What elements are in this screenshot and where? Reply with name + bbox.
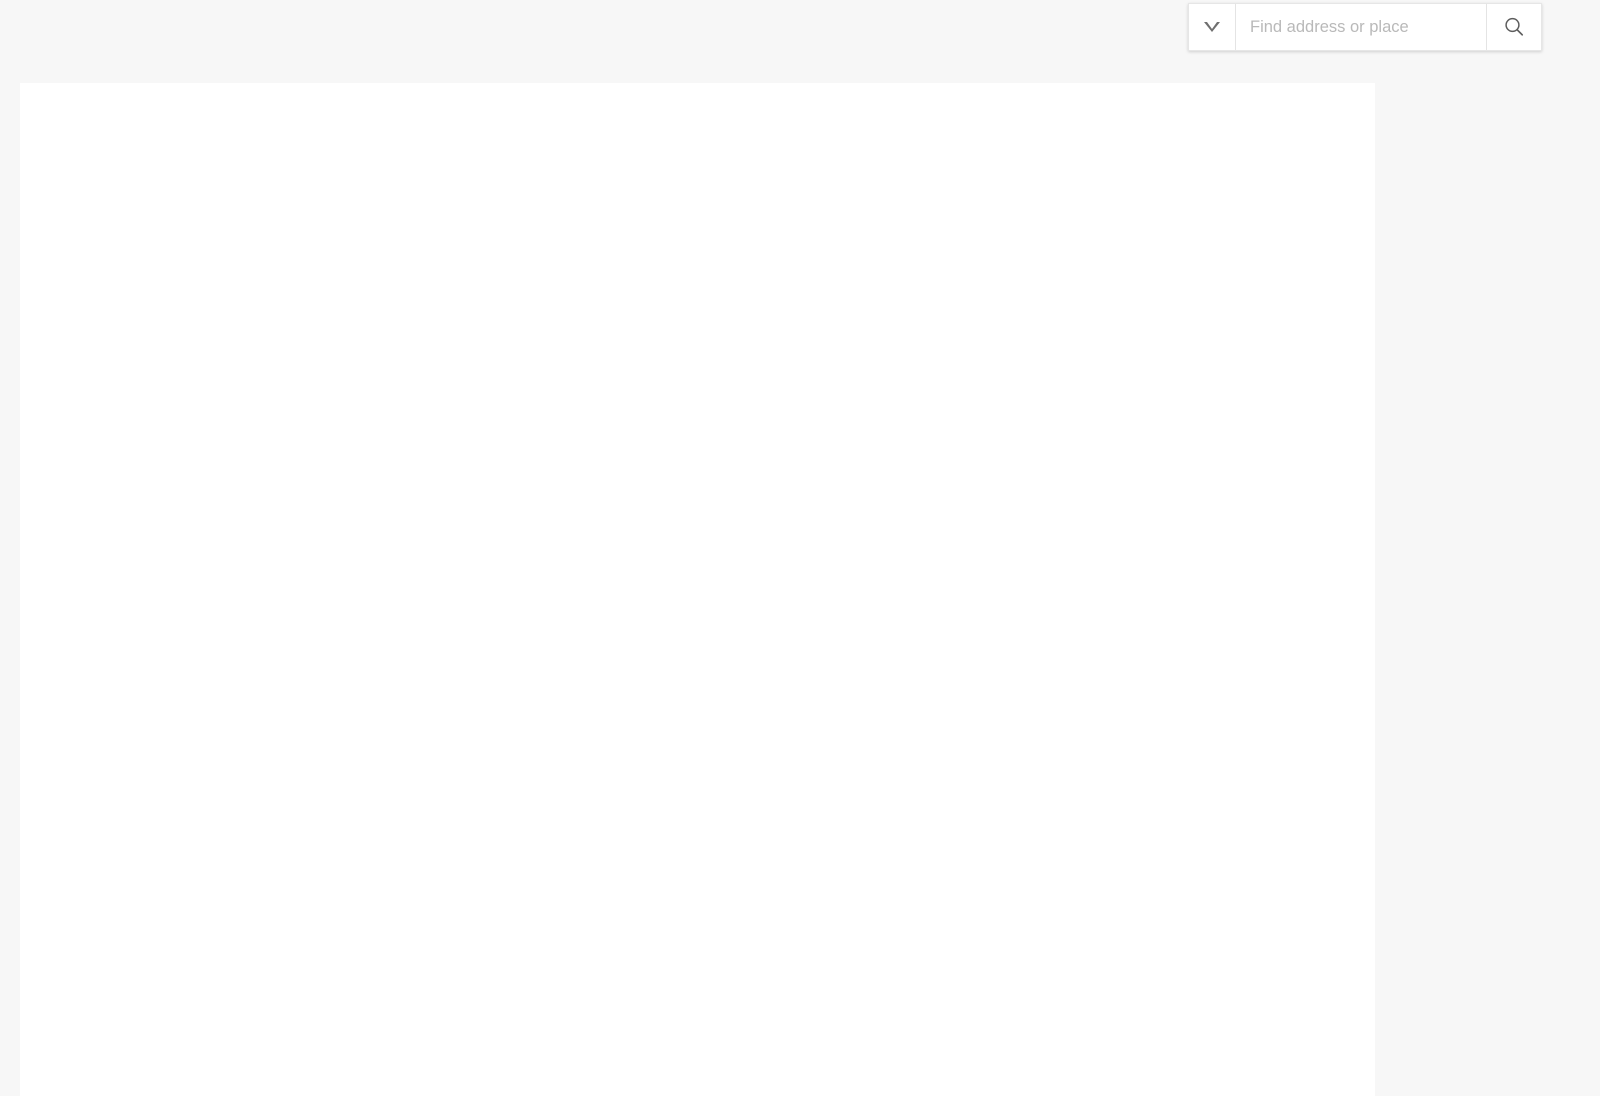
- world-choropleth-svg: [20, 83, 1375, 1096]
- map-canvas[interactable]: [20, 83, 1375, 1096]
- chevron-down-icon: [1204, 22, 1220, 32]
- search-icon: [1505, 17, 1524, 36]
- map-application: [0, 0, 1600, 1096]
- map-background: [20, 83, 1375, 1096]
- search-input[interactable]: [1236, 4, 1486, 50]
- search-mode-dropdown-button[interactable]: [1189, 4, 1236, 50]
- search-submit-button[interactable]: [1486, 4, 1541, 50]
- search-widget: [1188, 3, 1542, 51]
